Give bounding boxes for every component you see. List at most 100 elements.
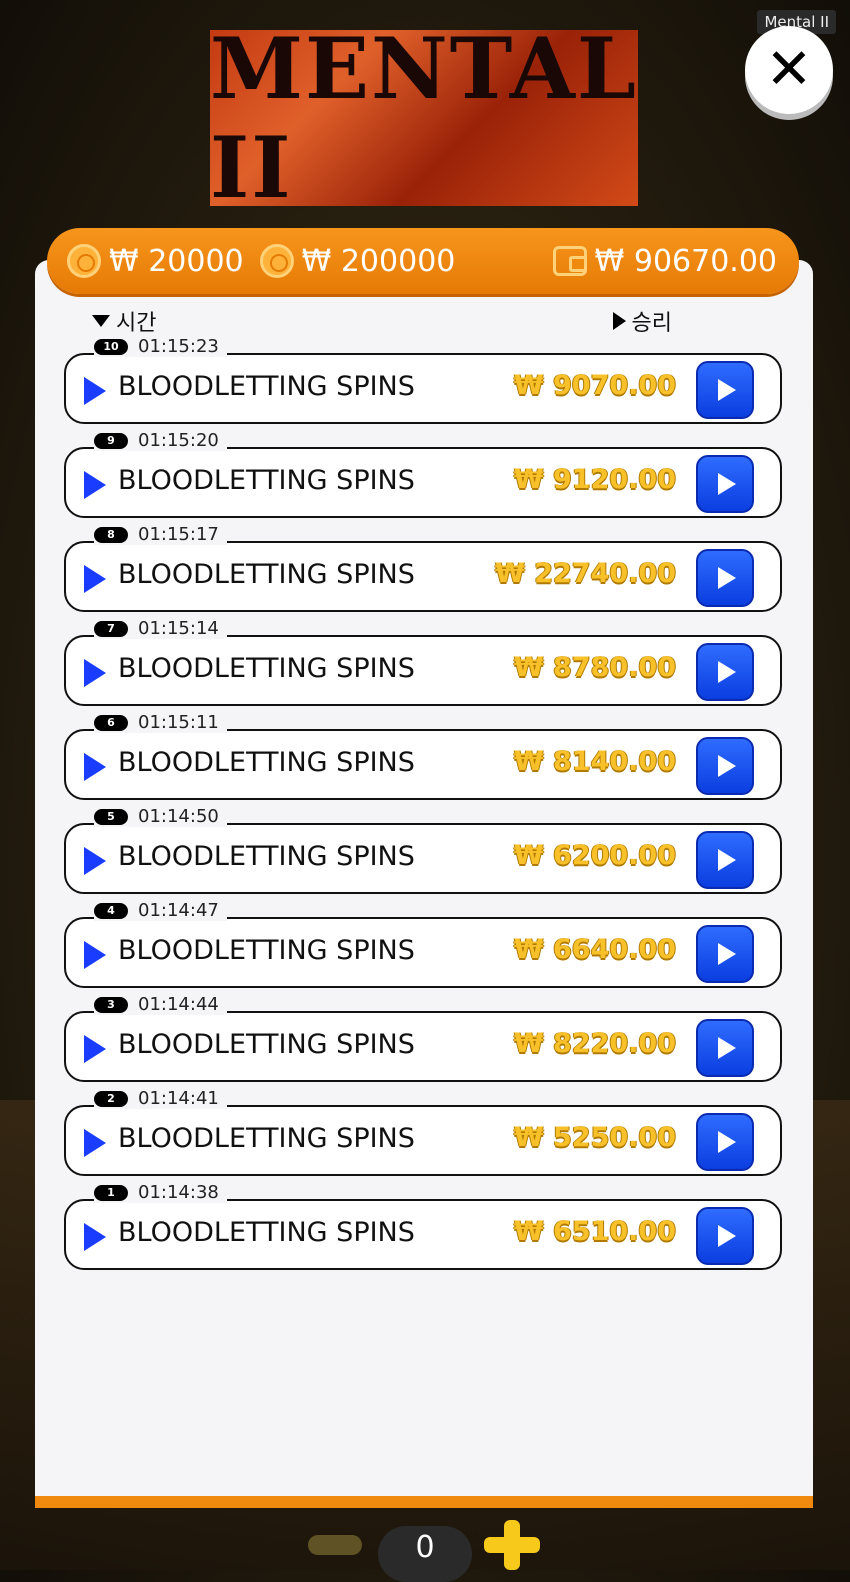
feature-name: BLOODLETTING SPINS bbox=[118, 935, 415, 966]
entry-header: 3 01:14:44 bbox=[94, 994, 227, 1015]
sort-by-win[interactable]: 승리 bbox=[612, 305, 672, 337]
entry-time: 01:15:14 bbox=[138, 618, 219, 639]
feature-name: BLOODLETTING SPINS bbox=[118, 747, 415, 778]
header-bar: ₩ 20000 ₩ 200000 ₩ 90670.00 bbox=[47, 228, 799, 294]
replay-button[interactable] bbox=[696, 737, 754, 795]
play-icon bbox=[718, 849, 736, 871]
entry-index-badge: 4 bbox=[94, 902, 128, 919]
play-icon bbox=[718, 379, 736, 401]
history-entry: BLOODLETTING SPINS ₩ 5250.00 2 01:14:41 bbox=[64, 1088, 782, 1176]
replay-button[interactable] bbox=[696, 1113, 754, 1171]
feature-name: BLOODLETTING SPINS bbox=[118, 559, 415, 590]
increase-button[interactable] bbox=[484, 1520, 540, 1570]
play-arrow-icon bbox=[84, 1129, 106, 1157]
sort-inactive-icon bbox=[612, 312, 626, 330]
play-arrow-icon bbox=[84, 941, 106, 969]
bet-display: ₩ 20000 bbox=[67, 244, 244, 279]
replay-button[interactable] bbox=[696, 643, 754, 701]
logo-text: MENTAL II bbox=[210, 19, 638, 217]
feature-name: BLOODLETTING SPINS bbox=[118, 1029, 415, 1060]
win-amount: ₩ 9070.00 bbox=[513, 370, 676, 401]
total-bet-value: ₩ 200000 bbox=[301, 243, 456, 279]
sort-time-label: 시간 bbox=[116, 311, 157, 336]
game-logo: MENTAL II bbox=[210, 19, 638, 217]
play-icon bbox=[718, 567, 736, 589]
bet-value: ₩ 20000 bbox=[109, 243, 244, 279]
feature-name: BLOODLETTING SPINS bbox=[118, 1217, 415, 1248]
play-icon bbox=[718, 755, 736, 777]
feature-name: BLOODLETTING SPINS bbox=[118, 1123, 415, 1154]
play-icon bbox=[718, 1131, 736, 1153]
history-entry: BLOODLETTING SPINS ₩ 8220.00 3 01:14:44 bbox=[64, 994, 782, 1082]
history-row: BLOODLETTING SPINS ₩ 5250.00 bbox=[64, 1105, 782, 1176]
entry-time: 01:14:38 bbox=[138, 1182, 219, 1203]
sort-row: 시간 승리 bbox=[92, 305, 672, 337]
entry-time: 01:15:17 bbox=[138, 524, 219, 545]
close-button[interactable]: ✕ bbox=[745, 26, 833, 114]
play-arrow-icon bbox=[84, 1035, 106, 1063]
sort-win-label: 승리 bbox=[631, 311, 672, 336]
entry-index-badge: 10 bbox=[94, 338, 128, 355]
feature-name: BLOODLETTING SPINS bbox=[118, 653, 415, 684]
balance-display: ₩ 90670.00 bbox=[552, 243, 777, 279]
replay-button[interactable] bbox=[696, 1019, 754, 1077]
close-icon: ✕ bbox=[765, 37, 813, 102]
entry-header: 10 01:15:23 bbox=[94, 336, 227, 357]
entry-header: 2 01:14:41 bbox=[94, 1088, 227, 1109]
feature-name: BLOODLETTING SPINS bbox=[118, 841, 415, 872]
history-row: BLOODLETTING SPINS ₩ 8140.00 bbox=[64, 729, 782, 800]
history-row: BLOODLETTING SPINS ₩ 6200.00 bbox=[64, 823, 782, 894]
history-row: BLOODLETTING SPINS ₩ 8780.00 bbox=[64, 635, 782, 706]
entry-index-badge: 5 bbox=[94, 808, 128, 825]
play-arrow-icon bbox=[84, 753, 106, 781]
history-entry: BLOODLETTING SPINS ₩ 6640.00 4 01:14:47 bbox=[64, 900, 782, 988]
coin-icon bbox=[67, 244, 101, 278]
replay-button[interactable] bbox=[696, 549, 754, 607]
entry-index-badge: 2 bbox=[94, 1090, 128, 1107]
entry-index-badge: 3 bbox=[94, 996, 128, 1013]
play-icon bbox=[718, 1037, 736, 1059]
feature-name: BLOODLETTING SPINS bbox=[118, 371, 415, 402]
play-arrow-icon bbox=[84, 1223, 106, 1251]
history-row: BLOODLETTING SPINS ₩ 6640.00 bbox=[64, 917, 782, 988]
sort-by-time[interactable]: 시간 bbox=[92, 305, 156, 337]
history-entry: BLOODLETTING SPINS ₩ 22740.00 8 01:15:17 bbox=[64, 524, 782, 612]
entry-header: 5 01:14:50 bbox=[94, 806, 227, 827]
sort-desc-icon bbox=[92, 315, 110, 327]
entry-index-badge: 7 bbox=[94, 620, 128, 637]
play-icon bbox=[718, 661, 736, 683]
decrease-button[interactable] bbox=[308, 1535, 362, 1555]
bottom-controls: 0 bbox=[0, 1520, 850, 1582]
history-entry: BLOODLETTING SPINS ₩ 8780.00 7 01:15:14 bbox=[64, 618, 782, 706]
win-amount: ₩ 5250.00 bbox=[513, 1122, 676, 1153]
replay-button[interactable] bbox=[696, 361, 754, 419]
entry-header: 6 01:15:11 bbox=[94, 712, 227, 733]
play-icon bbox=[718, 1225, 736, 1247]
replay-button[interactable] bbox=[696, 1207, 754, 1265]
play-arrow-icon bbox=[84, 847, 106, 875]
entry-time: 01:14:44 bbox=[138, 994, 219, 1015]
play-arrow-icon bbox=[84, 659, 106, 687]
entry-time: 01:15:23 bbox=[138, 336, 219, 357]
history-entry: BLOODLETTING SPINS ₩ 9070.00 10 01:15:23 bbox=[64, 336, 782, 424]
replay-button[interactable] bbox=[696, 831, 754, 889]
balance-value: ₩ 90670.00 bbox=[594, 243, 777, 279]
entry-index-badge: 6 bbox=[94, 714, 128, 731]
entry-time: 01:14:50 bbox=[138, 806, 219, 827]
replay-button[interactable] bbox=[696, 925, 754, 983]
entry-time: 01:15:11 bbox=[138, 712, 219, 733]
win-amount: ₩ 8780.00 bbox=[513, 652, 676, 683]
win-amount: ₩ 22740.00 bbox=[495, 558, 676, 589]
total-bet-display: ₩ 200000 bbox=[259, 243, 456, 279]
history-row: BLOODLETTING SPINS ₩ 9070.00 bbox=[64, 353, 782, 424]
entry-time: 01:14:41 bbox=[138, 1088, 219, 1109]
play-icon bbox=[718, 473, 736, 495]
entry-header: 8 01:15:17 bbox=[94, 524, 227, 545]
feature-name: BLOODLETTING SPINS bbox=[118, 465, 415, 496]
entry-header: 4 01:14:47 bbox=[94, 900, 227, 921]
history-row: BLOODLETTING SPINS ₩ 6510.00 bbox=[64, 1199, 782, 1270]
entry-index-badge: 9 bbox=[94, 432, 128, 449]
entry-header: 7 01:15:14 bbox=[94, 618, 227, 639]
history-entry: BLOODLETTING SPINS ₩ 6510.00 1 01:14:38 bbox=[64, 1182, 782, 1270]
replay-button[interactable] bbox=[696, 455, 754, 513]
